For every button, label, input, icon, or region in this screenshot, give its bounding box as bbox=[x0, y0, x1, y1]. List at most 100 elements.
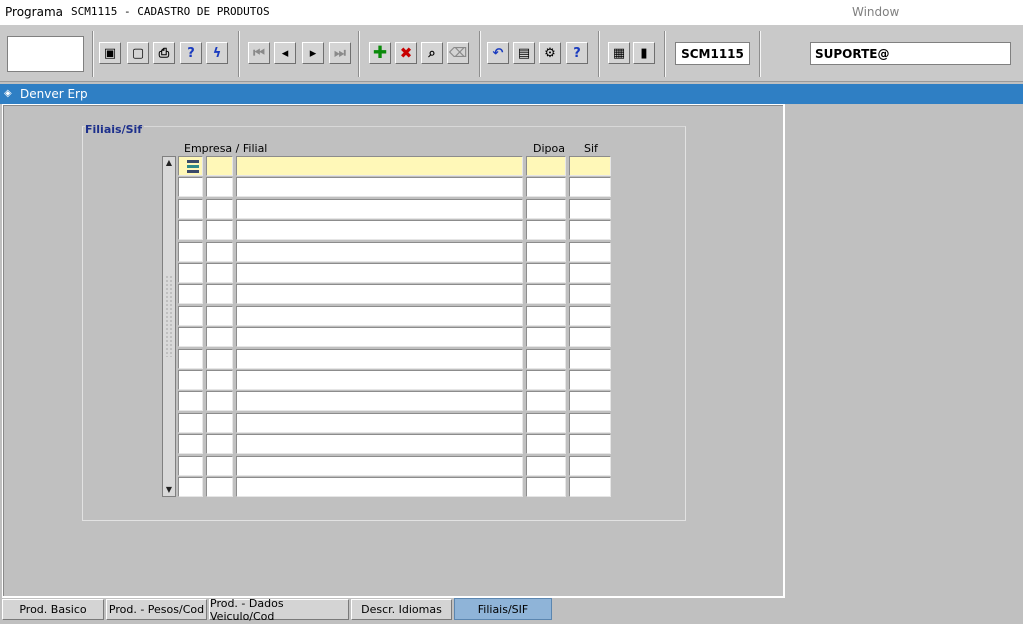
record-indicator-cell[interactable] bbox=[178, 477, 203, 497]
last-record-button[interactable]: ⏭ bbox=[329, 42, 351, 64]
dipoa-field[interactable] bbox=[526, 198, 566, 219]
empresa-field[interactable] bbox=[206, 391, 233, 412]
record-indicator-cell[interactable] bbox=[178, 455, 203, 476]
insert-record-button[interactable]: ✚ bbox=[369, 42, 391, 64]
record-indicator-cell[interactable] bbox=[178, 412, 203, 433]
dipoa-field[interactable] bbox=[526, 284, 566, 305]
search-record-button[interactable]: ⌕ bbox=[421, 42, 443, 64]
filial-field[interactable] bbox=[236, 220, 523, 241]
record-indicator-cell[interactable] bbox=[178, 348, 203, 369]
tools-button[interactable]: ⚙ bbox=[539, 42, 561, 64]
filial-field[interactable] bbox=[236, 198, 523, 219]
empresa-field[interactable] bbox=[206, 412, 233, 433]
record-indicator-cell[interactable] bbox=[178, 305, 203, 326]
filial-field[interactable] bbox=[236, 305, 523, 326]
dipoa-field[interactable] bbox=[526, 477, 566, 497]
tab-filiais-sif[interactable]: Filiais/SIF bbox=[454, 598, 552, 620]
empresa-field[interactable] bbox=[206, 220, 233, 241]
filial-field[interactable] bbox=[236, 477, 523, 497]
sif-field[interactable] bbox=[569, 391, 611, 412]
dipoa-field[interactable] bbox=[526, 327, 566, 348]
tab-prod-basico[interactable]: Prod. Basico bbox=[2, 599, 104, 620]
empresa-field[interactable] bbox=[206, 305, 233, 326]
clear-button[interactable]: ⌫ bbox=[447, 42, 469, 64]
record-indicator-cell[interactable] bbox=[178, 391, 203, 412]
record-indicator-cell[interactable] bbox=[178, 370, 203, 390]
clipboard-button[interactable]: ▤ bbox=[513, 42, 535, 64]
dipoa-field[interactable] bbox=[526, 370, 566, 390]
sif-field[interactable] bbox=[569, 220, 611, 241]
menu-window[interactable]: Window bbox=[852, 5, 899, 19]
sif-field[interactable] bbox=[569, 156, 611, 176]
sif-field[interactable] bbox=[569, 284, 611, 305]
sif-field[interactable] bbox=[569, 241, 611, 262]
dipoa-field[interactable] bbox=[526, 263, 566, 283]
filial-field[interactable] bbox=[236, 391, 523, 412]
help-query-button[interactable]: ? bbox=[180, 42, 202, 64]
undo-button[interactable]: ↶ bbox=[487, 42, 509, 64]
record-indicator-cell[interactable] bbox=[178, 198, 203, 219]
scroll-thumb-grip[interactable] bbox=[165, 275, 173, 357]
help-button[interactable]: ? bbox=[566, 42, 588, 64]
filial-field[interactable] bbox=[236, 284, 523, 305]
dipoa-field[interactable] bbox=[526, 412, 566, 433]
filial-field[interactable] bbox=[236, 177, 523, 198]
empresa-field[interactable] bbox=[206, 370, 233, 390]
empresa-field[interactable] bbox=[206, 198, 233, 219]
record-indicator-cell[interactable] bbox=[178, 263, 203, 283]
exit-button[interactable]: ▮ bbox=[633, 42, 655, 64]
empresa-field[interactable] bbox=[206, 241, 233, 262]
first-record-button[interactable]: ⏮ bbox=[248, 42, 270, 64]
window-app-icon[interactable]: ◈ bbox=[4, 88, 16, 100]
filial-field[interactable] bbox=[236, 156, 523, 176]
sif-field[interactable] bbox=[569, 327, 611, 348]
record-indicator-cell[interactable] bbox=[178, 434, 203, 455]
delete-record-button[interactable]: ✖ bbox=[395, 42, 417, 64]
filial-field[interactable] bbox=[236, 455, 523, 476]
menu-button[interactable]: ▦ bbox=[608, 42, 630, 64]
dipoa-field[interactable] bbox=[526, 220, 566, 241]
filial-field[interactable] bbox=[236, 348, 523, 369]
execute-query-button[interactable]: ϟ bbox=[206, 42, 228, 64]
dipoa-field[interactable] bbox=[526, 348, 566, 369]
empresa-field[interactable] bbox=[206, 263, 233, 283]
dipoa-field[interactable] bbox=[526, 434, 566, 455]
save-button[interactable]: ▣ bbox=[99, 42, 121, 64]
record-indicator-cell[interactable] bbox=[178, 156, 203, 176]
empresa-field[interactable] bbox=[206, 177, 233, 198]
record-indicator-cell[interactable] bbox=[178, 284, 203, 305]
tab-prod-dados-veiculo-cod[interactable]: Prod. - Dados Veiculo/Cod bbox=[209, 597, 349, 623]
dipoa-field[interactable] bbox=[526, 305, 566, 326]
filial-field[interactable] bbox=[236, 434, 523, 455]
next-record-button[interactable]: ▸ bbox=[302, 42, 324, 64]
scroll-up-arrow-icon[interactable]: ▲ bbox=[163, 157, 175, 169]
empresa-field[interactable] bbox=[206, 284, 233, 305]
filial-field[interactable] bbox=[236, 370, 523, 390]
print-button[interactable]: ⎙ bbox=[153, 42, 175, 64]
record-indicator-cell[interactable] bbox=[178, 327, 203, 348]
empresa-field[interactable] bbox=[206, 455, 233, 476]
sif-field[interactable] bbox=[569, 370, 611, 390]
record-indicator-cell[interactable] bbox=[178, 241, 203, 262]
dipoa-field[interactable] bbox=[526, 156, 566, 176]
sif-field[interactable] bbox=[569, 177, 611, 198]
dipoa-field[interactable] bbox=[526, 241, 566, 262]
empresa-field[interactable] bbox=[206, 348, 233, 369]
menu-programa[interactable]: Programa bbox=[5, 5, 63, 19]
filial-field[interactable] bbox=[236, 327, 523, 348]
filial-field[interactable] bbox=[236, 263, 523, 283]
record-indicator-cell[interactable] bbox=[178, 177, 203, 198]
empresa-field[interactable] bbox=[206, 477, 233, 497]
sif-field[interactable] bbox=[569, 434, 611, 455]
tab-prod-pesos-cod[interactable]: Prod. - Pesos/Cod bbox=[106, 599, 207, 620]
empresa-field[interactable] bbox=[206, 327, 233, 348]
dipoa-field[interactable] bbox=[526, 391, 566, 412]
scroll-down-arrow-icon[interactable]: ▼ bbox=[163, 484, 175, 496]
previous-record-button[interactable]: ◂ bbox=[274, 42, 296, 64]
sif-field[interactable] bbox=[569, 263, 611, 283]
filial-field[interactable] bbox=[236, 412, 523, 433]
sif-field[interactable] bbox=[569, 477, 611, 497]
screen-button[interactable]: ▢ bbox=[127, 42, 149, 64]
sif-field[interactable] bbox=[569, 412, 611, 433]
empresa-field[interactable] bbox=[206, 156, 233, 176]
